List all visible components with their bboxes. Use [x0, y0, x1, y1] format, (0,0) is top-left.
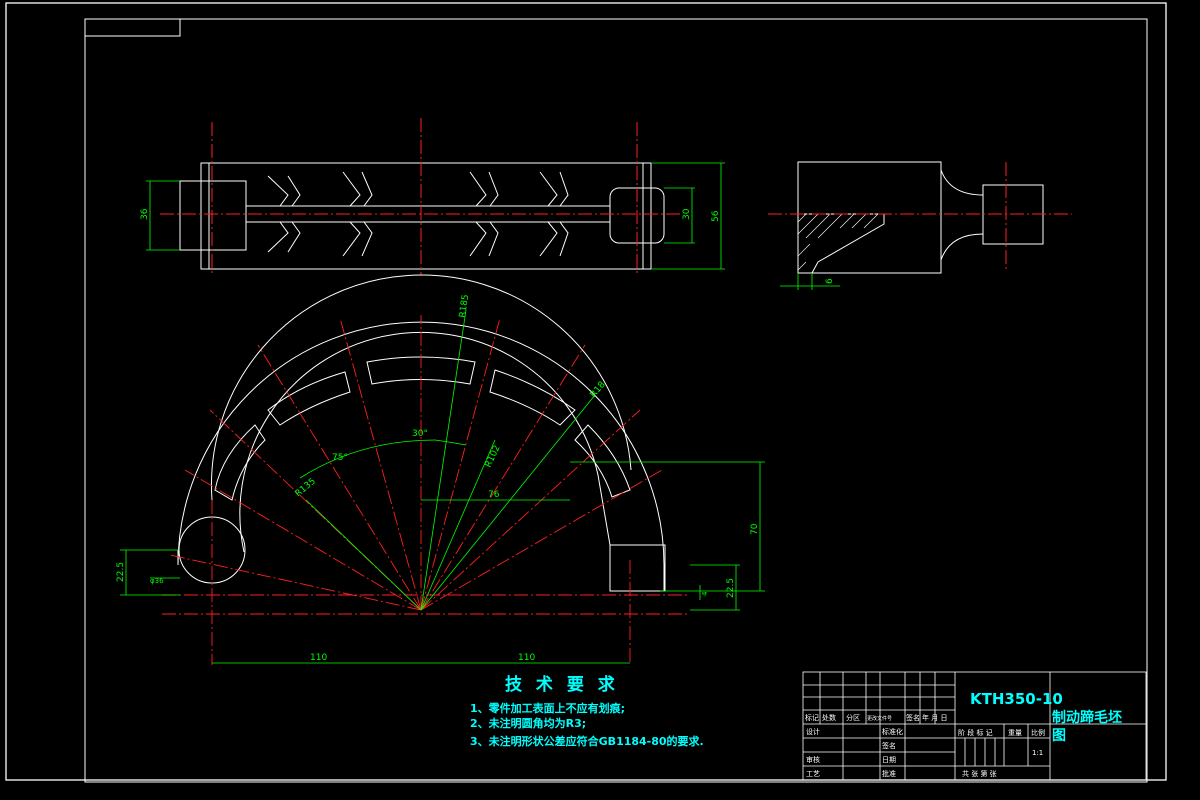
dim-phi36: φ36	[150, 577, 164, 585]
top-view	[179, 162, 665, 270]
scale-value: 1:1	[1032, 749, 1043, 757]
dim-110-right: 110	[518, 653, 535, 663]
row-design: 设计	[806, 727, 820, 736]
frame-border	[84, 18, 1148, 783]
side-view-centerlines	[768, 162, 1072, 272]
col-mark: 标记	[805, 713, 819, 722]
part-name: 制动蹄毛坯	[1052, 709, 1122, 726]
code-box	[84, 18, 181, 37]
dim-6-side: 6	[825, 278, 835, 284]
dim-22-5-left: 22.5	[116, 562, 126, 582]
side-section-hatch	[797, 213, 885, 274]
col-change-doc: 更改文件号	[867, 715, 892, 722]
stage-mark-label: 阶 段 标 记	[958, 728, 993, 737]
dim-r102: R102	[484, 444, 503, 469]
row-process: 工艺	[806, 770, 820, 778]
col-date: 年 月 日	[922, 713, 947, 722]
dim-110-left: 110	[310, 653, 327, 663]
col-count: 处数	[822, 713, 836, 722]
dim-4: 4	[701, 591, 709, 596]
cad-drawing-sheet: 36 30 56 6 R185 R18 R102 R135 30° 75° 76…	[5, 2, 1167, 783]
dim-30deg: 30°	[412, 429, 428, 439]
requirements-title: 技 术 要 求	[505, 674, 619, 695]
dim-76: 76	[488, 490, 500, 500]
scale-label: 比例	[1031, 728, 1045, 737]
dim-70: 70	[750, 523, 760, 535]
top-view-centerlines	[160, 118, 680, 275]
requirement-3: 3、未注明形状公差应符合GB1184-80的要求.	[470, 734, 704, 748]
front-view-dimensions	[120, 309, 765, 664]
title-block	[802, 671, 1147, 781]
row-approve: 批准	[882, 769, 896, 778]
sheet-count: 共 张 第 张	[962, 769, 997, 778]
col-zone: 分区	[846, 713, 860, 722]
sheet-border	[5, 2, 1167, 781]
row-check: 审核	[806, 755, 820, 764]
dim-36-top: 36	[140, 208, 150, 220]
drawing-code: KTH350-10	[970, 690, 1063, 708]
weight-label: 重量	[1008, 729, 1022, 737]
dim-30-top: 30	[682, 208, 692, 220]
dim-75deg: 75°	[332, 453, 348, 463]
dim-22-5-right: 22.5	[726, 578, 736, 598]
requirement-1: 1、零件加工表面上不应有划痕;	[470, 701, 625, 715]
top-view-dimensions	[146, 162, 725, 270]
dim-r185: R185	[458, 294, 471, 319]
dim-r135: R135	[294, 477, 318, 500]
row-standard: 标准化	[882, 727, 903, 736]
part-name-suffix: 图	[1052, 728, 1066, 744]
col-sign: 签名	[906, 713, 920, 722]
requirement-2: 2、未注明圆角均为R3;	[470, 716, 586, 730]
dim-56-top: 56	[711, 210, 721, 222]
row-sign: 签名	[882, 741, 896, 750]
row-date: 日期	[882, 756, 896, 764]
